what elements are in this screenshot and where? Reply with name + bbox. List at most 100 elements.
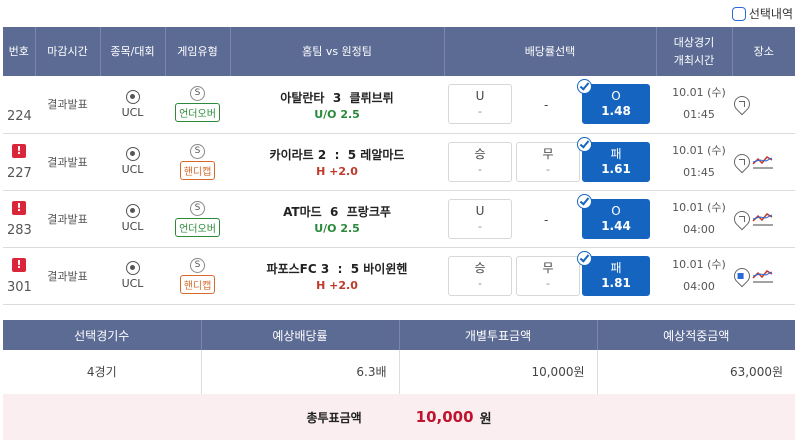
sport-cell: UCL xyxy=(100,190,165,248)
odds-label: 승 xyxy=(474,146,486,161)
league-name: UCL xyxy=(121,105,144,119)
odds-cell: U - - O 1.44 xyxy=(444,190,656,248)
match-score: : xyxy=(337,262,343,276)
map-pin-icon[interactable] xyxy=(730,207,754,230)
header-teams: 홈팀 vs 원정팀 xyxy=(230,27,445,76)
datetime-cell: 10.01 (수) 01:45 xyxy=(656,133,732,191)
match-time: 04:00 xyxy=(683,279,715,293)
datetime-cell: 10.01 (수) 01:45 xyxy=(656,76,732,134)
home-team: 파포스FC 3 xyxy=(266,262,330,276)
alert-icon: ! xyxy=(12,200,26,215)
match-score: 3 xyxy=(332,90,342,105)
row-number: 301 xyxy=(7,279,32,295)
total-value: 10,000 xyxy=(415,408,474,426)
check-icon xyxy=(577,250,592,266)
deadline-status: 결과발표 xyxy=(47,98,88,112)
odds-label: 승 xyxy=(474,260,486,275)
game-type-tag: 핸디캡 xyxy=(179,274,216,294)
row-number-cell: 224 xyxy=(3,76,35,134)
away-team: 5 바이윈헨 xyxy=(350,262,408,276)
summary-odds: 6.3배 xyxy=(201,350,400,395)
handicap-value: U/O 2.5 xyxy=(314,222,360,235)
odds-draw-placeholder: - xyxy=(544,98,549,112)
away-team: 클뤼브뤼 xyxy=(349,90,394,105)
deadline-status: 결과발표 xyxy=(47,212,88,226)
match-score: 6 xyxy=(330,205,339,219)
handicap-value: U/O 2.5 xyxy=(314,107,360,121)
row-number-cell: ! 283 xyxy=(3,190,35,248)
summary-header-count: 선택경기수 xyxy=(3,320,202,350)
match-date: 10.01 (수) xyxy=(672,143,726,157)
sport-cell: UCL xyxy=(100,76,165,134)
summary-header-stake: 개별투표금액 xyxy=(399,320,598,350)
header-game-type: 게임유형 xyxy=(165,27,231,76)
game-type-cell: S 언더오버 xyxy=(165,76,230,134)
trend-chart-icon[interactable] xyxy=(752,268,774,284)
header-no: 번호 xyxy=(3,27,36,76)
summary-table: 선택경기수 예상배당률 개별투표금액 예상적중금액 4경기 6.3배 10,00… xyxy=(3,320,795,395)
odds-value: - xyxy=(546,276,550,290)
odds-value: - xyxy=(478,276,482,290)
game-type-cell: S 언더오버 xyxy=(165,190,230,248)
soccer-ball-icon xyxy=(125,147,140,161)
odds-button[interactable]: 무 - xyxy=(516,255,580,296)
deadline-cell: 결과발표 xyxy=(35,247,100,305)
away-team: 5 레알마드 xyxy=(347,148,405,162)
game-type-cell: S 핸디캡 xyxy=(165,247,230,305)
check-icon xyxy=(577,193,592,209)
odds-button[interactable]: 패 1.61 xyxy=(577,136,650,182)
header-sport: 종목/대회 xyxy=(100,27,166,76)
home-team: 아탈란타 xyxy=(280,90,325,105)
sport-cell: UCL xyxy=(100,133,165,191)
table-row: 224 결과발표 UCL S 언더오버 아탈란타 3 클뤼브뤼 U/O 2.5 … xyxy=(3,76,795,134)
game-s-badge: S xyxy=(190,143,205,159)
total-unit: 원 xyxy=(479,411,492,427)
summary-header-payout: 예상적중금액 xyxy=(597,320,795,350)
row-number-cell: ! 227 xyxy=(3,133,35,191)
header-datetime-line1: 대상경기 xyxy=(673,35,715,49)
league-name: UCL xyxy=(121,277,144,290)
summary-count: 4경기 xyxy=(3,350,202,395)
header-datetime-line2: 개최시간 xyxy=(673,53,715,67)
odds-button[interactable]: 패 1.81 xyxy=(577,250,650,296)
game-type-tag: 언더오버 xyxy=(175,103,220,123)
odds-label: 패 xyxy=(610,146,622,161)
odds-button[interactable]: 승 - xyxy=(448,255,512,296)
trend-chart-icon[interactable] xyxy=(752,211,774,227)
odds-value: 1.48 xyxy=(601,104,631,118)
match-date: 10.01 (수) xyxy=(672,200,726,214)
map-pin-icon[interactable] xyxy=(730,92,754,116)
header-odds-select: 배당률선택 xyxy=(444,27,657,76)
league-name: UCL xyxy=(121,220,144,233)
select-history-toggle[interactable]: 선택내역 xyxy=(731,5,793,22)
venue-cell xyxy=(730,190,795,248)
odds-button[interactable]: O 1.44 xyxy=(577,193,650,239)
odds-label: 무 xyxy=(542,260,554,275)
game-type-tag: 언더오버 xyxy=(175,217,220,237)
odds-button[interactable]: U - xyxy=(448,198,512,239)
deadline-cell: 결과발표 xyxy=(35,76,100,134)
deadline-cell: 결과발표 xyxy=(35,190,100,248)
trend-chart-icon[interactable] xyxy=(752,154,774,170)
odds-value: 1.61 xyxy=(601,161,631,176)
game-type-tag: 핸디캡 xyxy=(179,160,216,180)
teams-cell: 카이라트 2 : 5 레알마드 H +2.0 xyxy=(230,133,444,191)
odds-value: - xyxy=(546,162,550,176)
map-pin-icon[interactable] xyxy=(730,150,754,173)
odds-button[interactable]: 무 - xyxy=(516,141,580,182)
odds-cell: 승 - 무 - 패 1.61 xyxy=(444,133,656,191)
odds-button[interactable]: O 1.48 xyxy=(577,79,650,124)
odds-label: 무 xyxy=(542,146,554,161)
select-history-checkbox[interactable] xyxy=(731,6,746,21)
game-s-badge: S xyxy=(190,200,205,216)
soccer-ball-icon xyxy=(125,261,140,275)
total-label: 총투표금액 xyxy=(306,410,362,425)
row-number: 227 xyxy=(7,165,32,181)
summary-payout: 63,000원 xyxy=(597,350,795,395)
odds-button[interactable]: 승 - xyxy=(448,141,512,182)
odds-label: 패 xyxy=(610,260,622,275)
odds-cell: U - - O 1.48 xyxy=(444,76,656,134)
map-pin-star-icon[interactable] xyxy=(730,264,754,287)
odds-button[interactable]: U - xyxy=(448,84,512,124)
select-history-label: 선택내역 xyxy=(748,7,793,21)
